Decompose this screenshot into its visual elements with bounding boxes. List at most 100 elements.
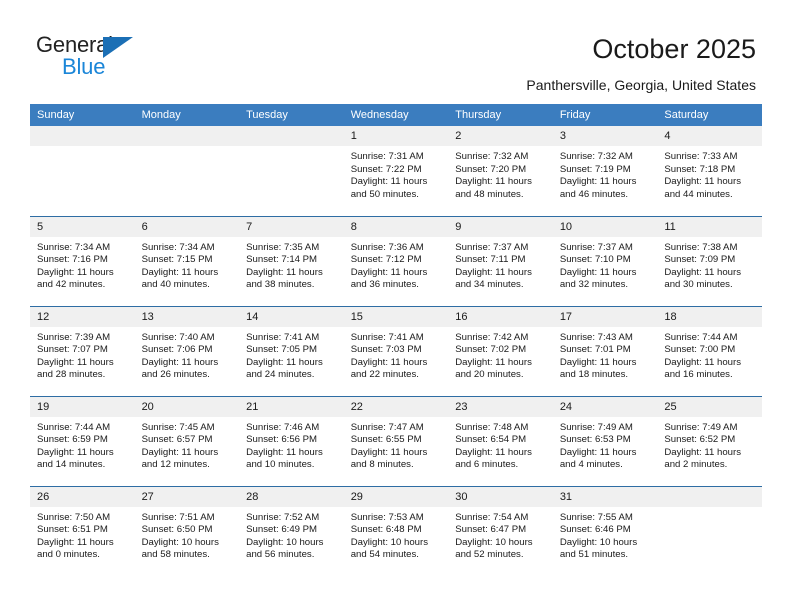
sunset-text: Sunset: 6:49 PM (246, 524, 318, 536)
day-cell-18[interactable]: 18 Sunrise: 7:44 AM Sunset: 7:00 PM Dayligh… (657, 305, 762, 396)
sunset-text: Sunset: 7:16 PM (37, 254, 108, 266)
day-cell-2[interactable]: 2 Sunrise: 7:32 AM Sunset: 7:20 PM Daylight… (448, 126, 553, 216)
calendar-header-row: Sunday Monday Tuesday Wednesday Thursday Frid… (30, 104, 762, 126)
sunrise-text: Sunrise: 7:44 AM (664, 331, 738, 343)
daylight-text: Daylight: 11 hours (37, 446, 114, 458)
daylight-text: Daylight: 10 hours (559, 536, 638, 548)
daylight-text: and 36 minutes. (350, 279, 419, 291)
day-cell-9[interactable]: 9 Sunrise: 7:37 AM Sunset: 7:11 PM Daylight… (448, 215, 553, 306)
daylight-text: Daylight: 11 hours (455, 176, 532, 188)
day-cell-6[interactable]: 6 Sunrise: 7:34 AM Sunset: 7:15 PM Daylight… (134, 215, 240, 306)
daylight-text: and 2 minutes. (664, 459, 728, 471)
day-number: 1 (343, 126, 449, 146)
calendar-body: 1 Sunrise: 7:31 AM Sunset: 7:22 PM Daylight… (30, 126, 762, 576)
daylight-text: and 58 minutes. (141, 549, 210, 561)
day-number: 9 (448, 216, 553, 237)
day-cell-29[interactable]: 29 Sunrise: 7:53 AM Sunset: 6:48 PM Dayligh… (343, 485, 449, 576)
day-details: Sunrise: 7:33 AM Sunset: 7:18 PM Daylight:… (657, 146, 762, 201)
day-cell-30[interactable]: 30 Sunrise: 7:54 AM Sunset: 6:47 PM Dayligh… (448, 485, 553, 576)
sunset-text: Sunset: 7:09 PM (664, 254, 736, 266)
sunset-text: Sunset: 6:53 PM (559, 434, 631, 446)
weekday-header-wednesday: Wednesday (343, 104, 449, 126)
day-cell-empty (30, 126, 135, 216)
day-cell-5[interactable]: 5 Sunrise: 7:34 AM Sunset: 7:16 PM Daylight… (30, 215, 135, 306)
day-details: Sunrise: 7:36 AM Sunset: 7:12 PM Daylight:… (344, 237, 449, 292)
daylight-text: Daylight: 11 hours (37, 536, 114, 548)
daylight-text: Daylight: 10 hours (455, 536, 533, 548)
day-cell-12[interactable]: 12 Sunrise: 7:39 AM Sunset: 7:07 PM Dayligh… (30, 305, 135, 396)
day-details: Sunrise: 7:41 AM Sunset: 7:05 PM Daylight:… (239, 327, 344, 382)
daylight-text: Daylight: 11 hours (141, 446, 219, 458)
sunrise-text: Sunrise: 7:53 AM (350, 511, 424, 523)
sunrise-text: Sunrise: 7:31 AM (350, 151, 424, 162)
daylight-text: and 10 minutes. (246, 459, 315, 471)
day-number: 6 (134, 216, 240, 237)
day-number: 10 (552, 216, 658, 237)
day-cell-25[interactable]: 25 Sunrise: 7:49 AM Sunset: 6:52 PM Dayligh… (657, 395, 762, 486)
daylight-text: and 12 minutes. (141, 459, 210, 471)
day-cell-7[interactable]: 7 Sunrise: 7:35 AM Sunset: 7:14 PM Daylight… (239, 215, 344, 306)
sunset-text: Sunset: 7:07 PM (37, 344, 108, 356)
day-cell-8[interactable]: 8 Sunrise: 7:36 AM Sunset: 7:12 PM Daylight… (343, 215, 449, 306)
day-number: 3 (552, 126, 658, 146)
daylight-text: and 30 minutes. (664, 279, 733, 291)
sunrise-text: Sunrise: 7:32 AM (559, 151, 633, 162)
day-cell-1[interactable]: 1 Sunrise: 7:31 AM Sunset: 7:22 PM Daylight… (343, 126, 449, 216)
day-number (134, 126, 240, 146)
daylight-text: Daylight: 11 hours (246, 446, 323, 458)
day-details: Sunrise: 7:37 AM Sunset: 7:11 PM Daylight:… (448, 237, 553, 292)
day-cell-24[interactable]: 24 Sunrise: 7:49 AM Sunset: 6:53 PM Dayligh… (552, 395, 658, 486)
daylight-text: Daylight: 11 hours (246, 356, 323, 368)
day-cell-16[interactable]: 16 Sunrise: 7:42 AM Sunset: 7:02 PM Dayligh… (448, 305, 553, 396)
day-details: Sunrise: 7:31 AM Sunset: 7:22 PM Daylight:… (344, 146, 449, 201)
daylight-text: and 18 minutes. (559, 369, 629, 381)
day-number: 8 (343, 216, 449, 237)
day-cell-14[interactable]: 14 Sunrise: 7:41 AM Sunset: 7:05 PM Dayligh… (239, 305, 344, 396)
day-number: 22 (343, 396, 449, 417)
day-cell-31[interactable]: 31 Sunrise: 7:55 AM Sunset: 6:46 PM Dayligh… (552, 485, 658, 576)
day-details: Sunrise: 7:42 AM Sunset: 7:02 PM Daylight:… (448, 327, 553, 382)
sunset-text: Sunset: 7:22 PM (350, 163, 422, 175)
day-number: 12 (30, 306, 135, 327)
day-cell-23[interactable]: 23 Sunrise: 7:48 AM Sunset: 6:54 PM Dayligh… (448, 395, 553, 486)
day-cell-17[interactable]: 17 Sunrise: 7:43 AM Sunset: 7:01 PM Dayligh… (552, 305, 658, 396)
sunrise-text: Sunrise: 7:33 AM (664, 151, 738, 162)
day-cell-28[interactable]: 28 Sunrise: 7:52 AM Sunset: 6:49 PM Dayligh… (239, 485, 344, 576)
day-number: 7 (239, 216, 344, 237)
weekday-header-sunday: Sunday (30, 104, 135, 126)
day-cell-21[interactable]: 21 Sunrise: 7:46 AM Sunset: 6:56 PM Dayligh… (239, 395, 344, 486)
sunrise-text: Sunrise: 7:49 AM (559, 421, 633, 433)
day-number: 2 (448, 126, 553, 146)
sunset-text: Sunset: 6:51 PM (37, 524, 108, 536)
sunrise-text: Sunrise: 7:45 AM (141, 421, 215, 433)
calendar-week-row: 12 Sunrise: 7:39 AM Sunset: 7:07 PM Dayligh… (30, 305, 762, 396)
day-details: Sunrise: 7:41 AM Sunset: 7:03 PM Daylight:… (344, 327, 449, 382)
daylight-text: and 34 minutes. (455, 279, 524, 291)
day-cell-13[interactable]: 13 Sunrise: 7:40 AM Sunset: 7:06 PM Dayligh… (134, 305, 240, 396)
day-cell-27[interactable]: 27 Sunrise: 7:51 AM Sunset: 6:50 PM Dayligh… (134, 485, 240, 576)
day-cell-15[interactable]: 15 Sunrise: 7:41 AM Sunset: 7:03 PM Dayligh… (343, 305, 449, 396)
day-details: Sunrise: 7:51 AM Sunset: 6:50 PM Daylight:… (135, 507, 240, 562)
day-number: 14 (239, 306, 344, 327)
daylight-text: and 16 minutes. (664, 369, 733, 381)
day-number: 4 (657, 126, 762, 146)
logo-triangle-icon (103, 37, 133, 58)
daylight-text: Daylight: 11 hours (664, 356, 741, 368)
day-cell-11[interactable]: 11 Sunrise: 7:38 AM Sunset: 7:09 PM Dayligh… (657, 215, 762, 306)
day-details: Sunrise: 7:49 AM Sunset: 6:52 PM Daylight:… (657, 417, 762, 472)
day-cell-10[interactable]: 10 Sunrise: 7:37 AM Sunset: 7:10 PM Dayligh… (552, 215, 658, 306)
day-cell-26[interactable]: 26 Sunrise: 7:50 AM Sunset: 6:51 PM Dayligh… (30, 485, 135, 576)
daylight-text: Daylight: 11 hours (559, 356, 637, 368)
day-details (30, 146, 135, 151)
sunrise-text: Sunrise: 7:48 AM (455, 421, 529, 433)
day-cell-3[interactable]: 3 Sunrise: 7:32 AM Sunset: 7:19 PM Daylight… (552, 126, 658, 216)
day-details: Sunrise: 7:40 AM Sunset: 7:06 PM Daylight:… (135, 327, 240, 382)
day-cell-4[interactable]: 4 Sunrise: 7:33 AM Sunset: 7:18 PM Daylight… (657, 126, 762, 216)
day-cell-19[interactable]: 19 Sunrise: 7:44 AM Sunset: 6:59 PM Dayligh… (30, 395, 135, 486)
day-number: 24 (552, 396, 658, 417)
day-cell-22[interactable]: 22 Sunrise: 7:47 AM Sunset: 6:55 PM Dayligh… (343, 395, 449, 486)
sunrise-text: Sunrise: 7:49 AM (664, 421, 738, 433)
daylight-text: and 22 minutes. (350, 369, 419, 381)
day-cell-20[interactable]: 20 Sunrise: 7:45 AM Sunset: 6:57 PM Dayligh… (134, 395, 240, 486)
day-number: 20 (134, 396, 240, 417)
